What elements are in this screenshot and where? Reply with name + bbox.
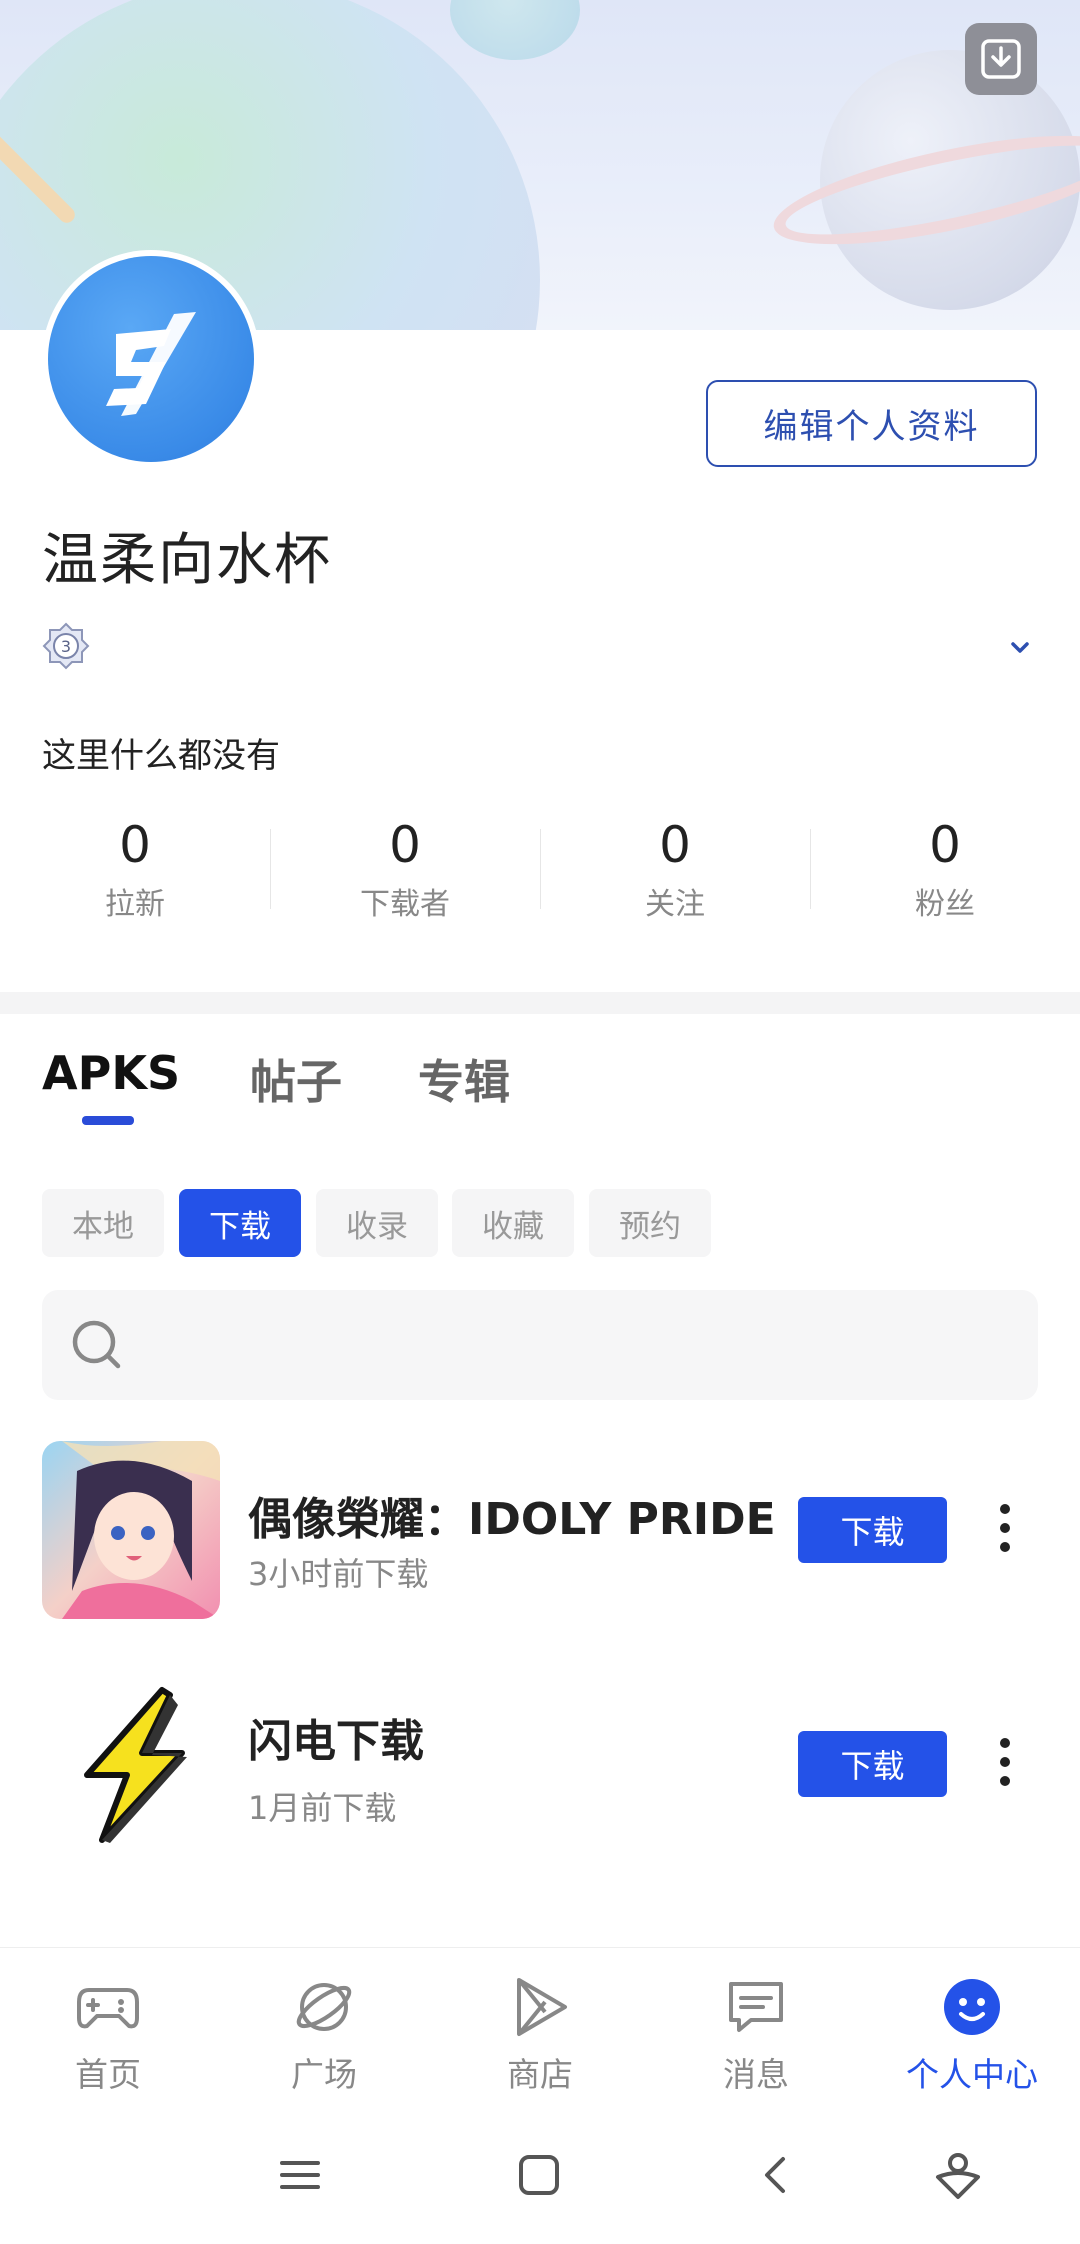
nav-plaza[interactable]: 广场 [216,1948,432,2107]
nav-messages[interactable]: 消息 [648,1948,864,2107]
tab-posts[interactable]: 帖子 [250,1046,342,1112]
username: 温柔向水杯 [42,528,332,593]
filter-local[interactable]: 本地 [42,1189,164,1257]
list-item[interactable]: 偶像榮耀：IDOLY PRIDE 3小时前下载 下载 [0,1441,1080,1621]
nav-profile[interactable]: 个人中心 [864,1948,1080,2107]
nav-label: 广场 [291,2055,357,2094]
back-icon[interactable] [749,2147,805,2203]
app-name: 闪电下载 [248,1716,424,1767]
stat-following[interactable]: 0 关注 [540,815,810,925]
app-name: 偶像榮耀：IDOLY PRIDE [248,1494,776,1545]
stat-downloaders[interactable]: 0 下载者 [270,815,540,925]
stat-label: 关注 [645,887,705,922]
app-icon-idoly-pride [42,1441,220,1619]
level-3-badge-icon[interactable]: 3 [42,622,90,670]
stat-label: 粉丝 [915,887,975,922]
app-download-time: 1月前下载 [248,1789,397,1827]
gamepad-icon [77,1988,139,2029]
download-button[interactable]: 下载 [798,1731,947,1797]
nav-label: 首页 [75,2055,141,2094]
profile-bio: 这里什么都没有 [42,736,280,776]
smiley-profile-icon [944,1979,1000,2035]
system-navigation-bar [0,2107,1080,2244]
menu-icon[interactable] [272,2147,328,2203]
planet-icon [296,1983,352,2031]
svg-text:3: 3 [61,637,71,656]
app-icon-lightning [42,1675,220,1853]
nav-label: 消息 [723,2055,789,2094]
message-icon [729,1982,783,2032]
section-divider [0,992,1080,1014]
app-download-time: 3小时前下载 [248,1555,429,1593]
download-button[interactable]: 下载 [798,1497,947,1563]
stat-value: 0 [389,816,421,874]
edit-profile-button[interactable]: 编辑个人资料 [706,380,1037,467]
more-options-icon[interactable] [990,1732,1020,1792]
chevron-down-icon[interactable] [1003,632,1037,662]
tab-active-indicator [82,1116,134,1125]
stats-row: 0 拉新 0 下载者 0 关注 0 粉丝 [0,815,1080,925]
list-item[interactable]: 闪电下载 1月前下载 下载 [0,1675,1080,1855]
filter-favorites[interactable]: 收藏 [452,1189,574,1257]
stat-followers[interactable]: 0 粉丝 [810,815,1080,925]
search-icon [72,1320,121,1369]
filter-download[interactable]: 下载 [179,1189,301,1257]
nav-label: 个人中心 [906,2055,1038,2094]
banner-moon [450,0,580,60]
filter-reserved[interactable]: 预约 [589,1189,711,1257]
bottom-navigation: 首页 广场 商店 消息 个人中心 [0,1947,1080,2107]
stat-invites[interactable]: 0 拉新 [0,815,270,925]
tab-albums[interactable]: 专辑 [418,1046,510,1112]
stat-value: 0 [119,816,151,874]
nav-label: 商店 [507,2055,573,2094]
stat-value: 0 [929,816,961,874]
nav-store[interactable]: 商店 [432,1948,648,2107]
save-download-button[interactable] [965,23,1037,95]
search-input[interactable] [42,1290,1038,1400]
play-store-icon [517,1978,567,2036]
stat-value: 0 [659,816,691,874]
more-options-icon[interactable] [990,1498,1020,1558]
avatar[interactable] [42,250,260,468]
assistant-icon[interactable] [930,2147,986,2203]
lightning-logo-icon [106,312,196,416]
tab-apks[interactable]: APKS [42,1046,180,1100]
stat-label: 下载者 [360,887,450,922]
stat-label: 拉新 [105,887,165,922]
nav-home[interactable]: 首页 [0,1948,216,2107]
download-save-icon [981,39,1021,79]
filter-collected[interactable]: 收录 [316,1189,438,1257]
home-square-icon[interactable] [511,2147,567,2203]
